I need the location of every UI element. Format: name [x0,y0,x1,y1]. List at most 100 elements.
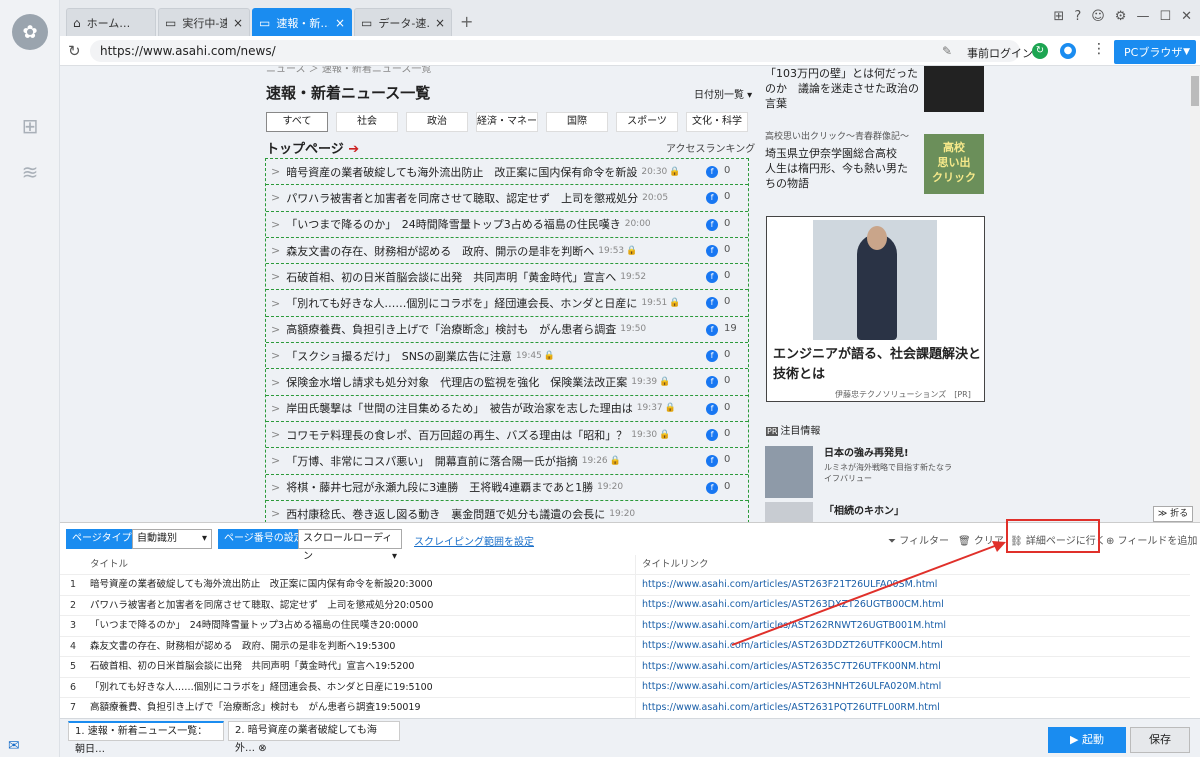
cat-society[interactable]: 社会 [336,112,398,132]
tab-news[interactable]: ▭ 速報・新… × [252,8,352,36]
table-row[interactable]: 3 「いつまで降るのか」 24時間降雪量トップ3占める福島の住民嘆き20:0000… [60,616,1190,637]
right-article-1[interactable]: 「103万円の壁」とは何だったのか 議論を迷走させた政治の言葉 [765,66,925,111]
cell-link[interactable]: https://www.asahi.com/articles/AST263HNH… [636,677,1190,697]
close-icon[interactable]: ⊗ [258,743,266,754]
news-item[interactable]: > コワモテ料理長の食レポ、百万回超の再生、バズる理由は「昭和」？ 19:30 🔒 f 0 [266,422,748,449]
table-row[interactable]: 7 高額療養費、負担引き上げで「治療断念」検討も がん患者ら調査19:50019 h… [60,698,1190,719]
col-link-header[interactable]: タイトルリンク [636,555,1190,575]
save-button[interactable]: 保存 [1130,727,1190,753]
news-item[interactable]: > 高額療養費、負担引き上げで「治療断念」検討も がん患者ら調査 19:50 f 19 [266,317,748,344]
cell-link[interactable]: https://www.asahi.com/articles/AST263DXZ… [636,595,1190,615]
cat-economy[interactable]: 経済・マネー [476,112,538,132]
green-status-icon[interactable]: ↻ [1032,43,1048,59]
col-title-header[interactable]: タイトル [86,555,636,574]
cat-world[interactable]: 国際 [546,112,608,132]
facebook-icon[interactable]: f [706,350,718,363]
gift-icon[interactable]: ⊞ [1053,9,1064,24]
cell-link[interactable]: https://www.asahi.com/articles/AST2635C7… [636,657,1190,677]
right-article-2[interactable]: 埼玉県立伊奈学園総合高校 人生は楕円形、今も熱い男たちの物語 [765,146,915,191]
user-icon[interactable]: ☺ [1091,9,1105,24]
settings-icon[interactable]: ⚙ [1115,9,1127,24]
add-field-button[interactable]: ⊕ フィールドを追加 [1106,532,1197,547]
cell-link[interactable]: https://www.asahi.com/articles/AST262RNW… [636,616,1190,636]
step-tab-1[interactable]: 1. 速報・新着ニュース一覧：朝日… [68,721,224,755]
pr-thumbnail-1[interactable] [765,446,813,498]
table-row[interactable]: 4 森友文書の存在、財務相が認める 政府、開示の是非を判断へ19:5300 http… [60,636,1190,657]
close-icon[interactable]: × [435,16,445,30]
minimize-icon[interactable]: — [1136,9,1149,24]
facebook-icon[interactable]: f [706,455,718,468]
news-item[interactable]: > 保険金水増し請求も処分対象 代理店の監視を強化 保険業法改正案 19:39 🔒 f 0 [266,369,748,396]
edit-icon[interactable]: ✎ [942,44,952,58]
table-row[interactable]: 2 パワハラ被害者と加害者を同席させて聴取、認定せず 上司を懲戒処分20:0500… [60,595,1190,616]
cell-title[interactable]: パワハラ被害者と加害者を同席させて聴取、認定せず 上司を懲戒処分20:0500 [86,595,636,615]
facebook-icon[interactable]: f [706,376,718,389]
cell-link[interactable]: https://www.asahi.com/articles/AST263DDZ… [636,636,1190,656]
cell-link[interactable]: https://www.asahi.com/articles/AST263F21… [636,575,1190,595]
facebook-icon[interactable]: f [706,271,718,284]
tab-data[interactable]: ▭データ-速…× [354,8,452,36]
pr-title-2[interactable]: 「相続のキホン」 [824,504,904,519]
table-row[interactable]: 1 暗号資産の業者破綻しても海外流出防止 改正案に国内保有命令を新設20:3000… [60,575,1190,596]
tab-home[interactable]: ⌂ ホーム… [66,8,156,36]
new-tab-button[interactable]: + [460,12,473,31]
pr-title-1[interactable]: 日本の強み再発見! [824,446,909,461]
reload-icon[interactable]: ↻ [68,42,81,60]
news-item[interactable]: > 「いつまで降るのか」 24時間降雪量トップ3占める福島の住民嘆き 20:00 f 0 [266,212,748,238]
news-item[interactable]: > パワハラ被害者と加害者を同席させて聴取、認定せず 上司を懲戒処分 20:05 f 0 [266,185,748,212]
cell-title[interactable]: 「別れても好きな人……個別にコラボを」経団連会長、ホンダと日産に19:5100 [86,677,636,697]
layers-icon[interactable]: ≋ [18,160,42,184]
filter-button[interactable]: ⏷ フィルター [888,532,949,547]
article-thumbnail-2[interactable]: 高校 思い出 クリック [924,134,984,194]
page-num-select[interactable]: スクロールローディン ▾ [298,529,402,562]
facebook-icon[interactable]: f [706,166,718,178]
step-tab-2[interactable]: 2. 暗号資産の業者破綻しても海外… ⊗ [228,721,400,754]
facebook-icon[interactable]: f [706,297,718,310]
cell-title[interactable]: 石破首相、初の日米首脳会談に出発 共同声明「黄金時代」宣言へ19:5200 [86,657,636,677]
help-icon[interactable]: ? [1074,9,1081,24]
cell-link[interactable]: https://www.asahi.com/articles/AST2631PQ… [636,698,1190,718]
top-page-heading[interactable]: トップページ ➔ [266,138,359,157]
page-type-select[interactable]: 自動識別 ▾ [132,529,212,549]
article-thumbnail-1[interactable] [924,66,984,112]
new-task-icon[interactable]: ⊞ [18,114,42,138]
cell-title[interactable]: 暗号資産の業者破綻しても海外流出防止 改正案に国内保有命令を新設20:3000 [86,575,636,595]
cell-title[interactable]: 森友文書の存在、財務相が認める 政府、開示の是非を判断へ19:5300 [86,636,636,656]
cell-title[interactable]: 「いつまで降るのか」 24時間降雪量トップ3占める福島の住民嘆き20:0000 [86,616,636,636]
facebook-icon[interactable]: f [706,428,718,441]
news-item[interactable]: > 暗号資産の業者破綻しても海外流出防止 改正案に国内保有命令を新設 20:30 🔒 f… [266,159,748,186]
more-icon[interactable]: ⋮ [1092,41,1106,57]
facebook-icon[interactable]: f [706,481,718,494]
news-item[interactable]: > 西村康稔氏、巻き返し図る動き 裏金問題で処分も議遺の会長に 19:20 [266,501,748,522]
pc-browser-button[interactable]: PCブラウザ ▼ [1114,40,1196,64]
url-input[interactable]: https://www.asahi.com/news/ [90,40,1020,62]
cat-culture[interactable]: 文化・科学 [686,112,748,132]
news-item[interactable]: > 「別れても好きな人……個別にコラボを」経団連会長、ホンダと日産に 19:51 🔒 f… [266,290,748,317]
close-window-icon[interactable]: ✕ [1181,9,1192,24]
facebook-icon[interactable]: f [706,192,718,205]
mail-icon[interactable]: ✉ [8,738,20,754]
news-item[interactable]: > 「万博、非常にコスパ悪い」 開幕直前に落合陽一氏が指摘 19:26 🔒 f 0 [266,448,748,475]
facebook-icon[interactable]: f [706,402,718,415]
facebook-icon[interactable]: f [706,323,718,336]
fold-button[interactable]: ≫ 折る [1153,506,1193,522]
ad-banner[interactable]: エンジニアが語る、社会課題解決と技術とは 伊藤忠テクノソリューションズ [PR] [766,216,985,402]
close-icon[interactable]: × [233,16,243,30]
table-row[interactable]: 5 石破首相、初の日米首脳会談に出発 共同声明「黄金時代」宣言へ19:5200 ht… [60,657,1190,678]
facebook-icon[interactable]: f [706,218,718,231]
date-select[interactable]: 日付別一覧 ▾ [694,86,752,101]
access-ranking-link[interactable]: アクセスランキング [666,140,755,155]
page-scrollbar[interactable] [1190,66,1200,522]
news-item[interactable]: > 石破首相、初の日米首脳会談に出発 共同声明「黄金時代」宣言へ 19:52 f 0 [266,264,748,291]
cat-all[interactable]: すべて [266,112,328,132]
tab-running[interactable]: ▭実行中-速…× [158,8,250,36]
news-item[interactable]: > 岸田氏襲撃は「世間の注目集めるため」 被告が政治家を志した理由は 19:37 🔒 f… [266,396,748,422]
breadcrumb[interactable]: ニュース ＞ 速報・新着ニュース一覧 [266,66,431,75]
news-item[interactable]: > 「スクショ撮るだけ」 SNSの副業広告に注意 19:45 🔒 f 0 [266,343,748,370]
pr-thumbnail-2[interactable] [765,502,813,522]
start-button[interactable]: ▶ 起動 [1048,727,1126,753]
scrape-range-link[interactable]: スクレイピング範囲を設定 [414,533,534,548]
cat-sports[interactable]: スポーツ [616,112,678,132]
cell-title[interactable]: 高額療養費、負担引き上げで「治療断念」検討も がん患者ら調査19:50019 [86,698,636,718]
clear-button[interactable]: 🗑 クリア [958,532,1004,547]
